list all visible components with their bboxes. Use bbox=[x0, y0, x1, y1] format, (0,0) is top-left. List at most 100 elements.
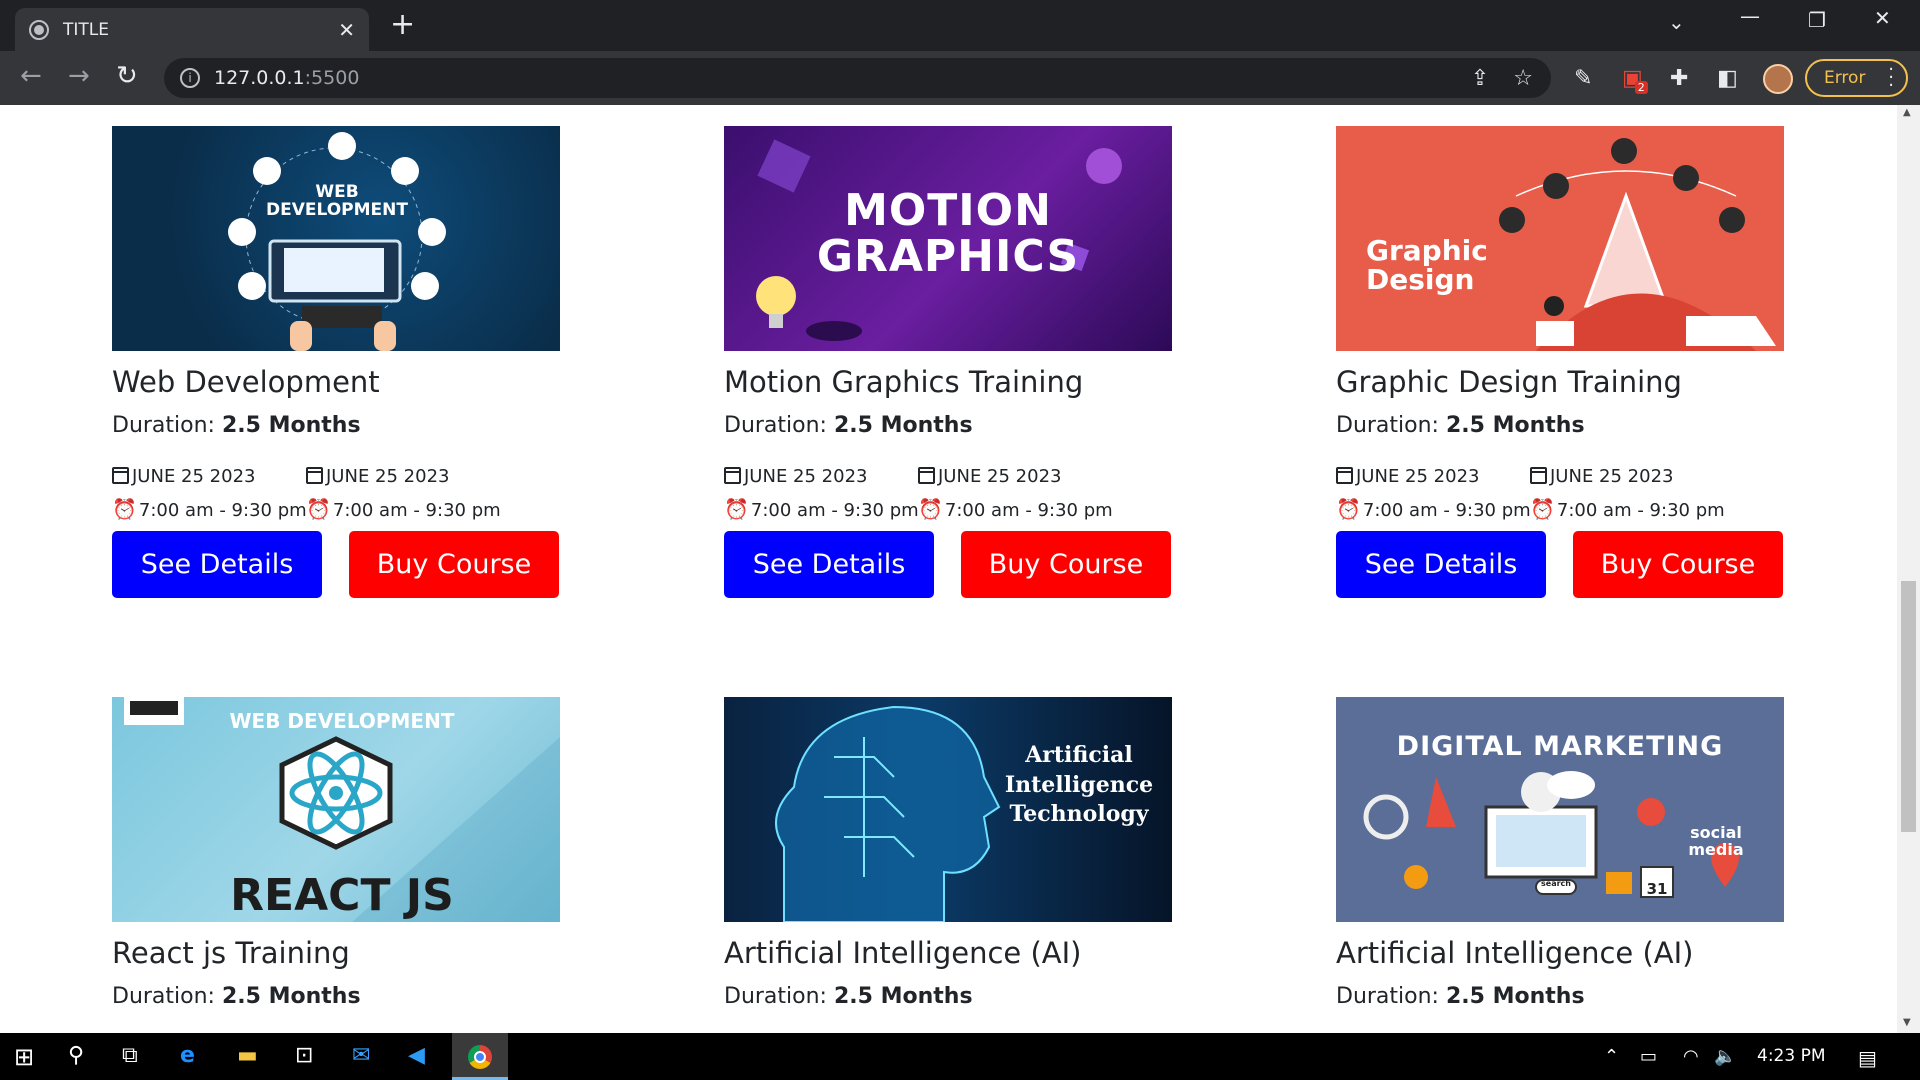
image-caption-top: WEB DEVELOPMENT bbox=[229, 709, 455, 733]
alarm-clock-icon: ⏰ bbox=[112, 497, 137, 521]
back-arrow-icon[interactable]: ← bbox=[20, 61, 42, 91]
store-icon[interactable]: ⊡ bbox=[295, 1043, 313, 1068]
file-explorer-icon[interactable]: ▬ bbox=[237, 1043, 258, 1068]
date-text: JUNE 25 2023 bbox=[1550, 466, 1674, 487]
image-caption: Artificial Intelligence Technology bbox=[1004, 742, 1154, 828]
see-details-button[interactable]: See Details bbox=[1336, 531, 1546, 598]
close-tab-icon[interactable]: ✕ bbox=[338, 18, 355, 42]
browser-toolbar: ← → ↻ i 127.0.0.1:5500 ⇪ ☆ ✎ ▣2 ✚ ◧ Erro… bbox=[0, 51, 1920, 105]
notifications-icon[interactable]: ▤ bbox=[1858, 1046, 1877, 1070]
schedule: JUNE 25 2023 JUNE 25 2023 ⏰ 7:00 am - 9:3… bbox=[1336, 466, 1784, 521]
volume-muted-icon[interactable]: 🔈 bbox=[1714, 1046, 1736, 1067]
end-date: JUNE 25 2023 bbox=[306, 466, 536, 487]
buy-course-button[interactable]: Buy Course bbox=[961, 531, 1171, 598]
buy-course-button[interactable]: Buy Course bbox=[349, 531, 559, 598]
course-image-web-development: WEB DEVELOPMENT bbox=[112, 126, 560, 351]
date-text: JUNE 25 2023 bbox=[744, 466, 868, 487]
buy-course-button[interactable]: Buy Course bbox=[1573, 531, 1783, 598]
duration-label: Duration: bbox=[112, 984, 222, 1009]
course-image-ai: Artificial Intelligence Technology bbox=[724, 697, 1172, 922]
side-panel-icon[interactable]: ◧ bbox=[1717, 66, 1738, 91]
new-tab-button[interactable]: + bbox=[390, 8, 415, 42]
duration-value: 2.5 Months bbox=[833, 984, 973, 1009]
course-title: React js Training bbox=[112, 936, 350, 970]
see-details-button[interactable]: See Details bbox=[724, 531, 934, 598]
browser-tab-strip: TITLE ✕ + ⌄ — ❐ ✕ bbox=[0, 0, 1920, 51]
edge-browser-icon[interactable]: e bbox=[180, 1043, 195, 1068]
menu-kebab-icon[interactable]: · · · bbox=[1888, 61, 1894, 95]
tray-chevron-up-icon[interactable]: ⌃ bbox=[1604, 1046, 1619, 1067]
time-slot: ⏰ 7:00 am - 9:30 pm bbox=[918, 497, 1148, 521]
duration-label: Duration: bbox=[724, 413, 834, 438]
course-image-motion-graphics: MOTION GRAPHICS bbox=[724, 126, 1172, 351]
error-button[interactable]: Error · · · bbox=[1805, 59, 1908, 97]
scrollbar-thumb[interactable] bbox=[1901, 581, 1916, 832]
date-text: JUNE 25 2023 bbox=[326, 466, 450, 487]
url-host: 127.0.0.1 bbox=[214, 67, 305, 89]
duration-label: Duration: bbox=[1336, 984, 1446, 1009]
course-duration: Duration: 2.5 Months bbox=[724, 413, 1172, 438]
site-info-icon[interactable]: i bbox=[180, 68, 200, 88]
course-card: WEB DEVELOPMENT Web Development Duration:… bbox=[112, 126, 560, 598]
mail-icon[interactable]: ✉ bbox=[352, 1043, 370, 1068]
course-image-graphic-design: Graphic Design bbox=[1336, 126, 1784, 351]
scroll-up-arrow-icon[interactable]: ▲ bbox=[1903, 107, 1911, 118]
course-duration: Duration: 2.5 Months bbox=[112, 984, 560, 1009]
page-scrollbar[interactable]: ▲ ▼ bbox=[1897, 105, 1920, 1033]
duration-label: Duration: bbox=[112, 413, 222, 438]
time-text: 7:00 am - 9:30 pm bbox=[1362, 500, 1531, 521]
image-caption: MOTION GRAPHICS bbox=[816, 185, 1080, 283]
time-text: 7:00 am - 9:30 pm bbox=[138, 500, 307, 521]
schedule: JUNE 25 2023 JUNE 25 2023 ⏰ 7:00 am - 9:3… bbox=[112, 466, 560, 521]
search-icon[interactable]: ⚲ bbox=[68, 1043, 84, 1068]
bookmark-star-icon[interactable]: ☆ bbox=[1513, 66, 1533, 91]
forward-arrow-icon[interactable]: → bbox=[68, 61, 90, 91]
time-slot: ⏰ 7:00 am - 9:30 pm bbox=[724, 497, 919, 521]
url-port: :5500 bbox=[304, 67, 360, 89]
time-slot: ⏰ 7:00 am - 9:30 pm bbox=[112, 497, 307, 521]
date-text: JUNE 25 2023 bbox=[132, 466, 256, 487]
extension-icon[interactable]: ▣2 bbox=[1622, 66, 1656, 94]
puzzle-extensions-icon[interactable]: ✚ bbox=[1670, 66, 1688, 91]
alarm-clock-icon: ⏰ bbox=[724, 497, 749, 521]
vscode-icon[interactable]: ◀ bbox=[408, 1043, 425, 1068]
windows-start-icon[interactable]: ⊞ bbox=[14, 1043, 34, 1071]
end-date: JUNE 25 2023 bbox=[1530, 466, 1760, 487]
chrome-icon bbox=[468, 1045, 492, 1069]
course-card: Artificial Intelligence Technology Artific… bbox=[724, 697, 1172, 1009]
pen-extension-icon[interactable]: ✎ bbox=[1574, 66, 1592, 91]
see-details-button[interactable]: See Details bbox=[112, 531, 322, 598]
start-date: JUNE 25 2023 bbox=[112, 466, 306, 487]
extension-badge: 2 bbox=[1634, 81, 1648, 94]
alarm-clock-icon: ⏰ bbox=[306, 497, 331, 521]
scroll-down-arrow-icon[interactable]: ▼ bbox=[1903, 1017, 1911, 1028]
minimize-icon[interactable]: — bbox=[1740, 4, 1760, 28]
time-text: 7:00 am - 9:30 pm bbox=[1556, 500, 1725, 521]
address-bar[interactable]: i 127.0.0.1:5500 ⇪ ☆ bbox=[164, 58, 1551, 98]
restore-icon[interactable]: ❐ bbox=[1808, 8, 1826, 32]
image-caption: DIGITAL MARKETING bbox=[1396, 731, 1724, 762]
wifi-icon[interactable]: ◠ bbox=[1683, 1046, 1699, 1067]
task-view-icon[interactable]: ⧉ bbox=[122, 1043, 138, 1068]
clock-time[interactable]: 4:23 PM bbox=[1757, 1046, 1826, 1066]
calendar-icon bbox=[1530, 467, 1547, 484]
share-icon[interactable]: ⇪ bbox=[1471, 66, 1489, 91]
battery-icon[interactable]: ▭ bbox=[1640, 1046, 1657, 1067]
course-title: Artificial Intelligence (AI) bbox=[1336, 936, 1694, 970]
calendar-icon bbox=[918, 467, 935, 484]
course-duration: Duration: 2.5 Months bbox=[1336, 984, 1784, 1009]
profile-avatar[interactable] bbox=[1763, 64, 1793, 94]
course-image-react-js: WEB DEVELOPMENT REACT JS bbox=[112, 697, 560, 922]
window-close-icon[interactable]: ✕ bbox=[1874, 6, 1891, 30]
reload-icon[interactable]: ↻ bbox=[116, 61, 138, 91]
image-caption: Graphic Design bbox=[1366, 234, 1488, 297]
chrome-taskbar-item[interactable] bbox=[452, 1033, 508, 1080]
tab-search-icon[interactable]: ⌄ bbox=[1668, 10, 1685, 34]
date-text: JUNE 25 2023 bbox=[938, 466, 1062, 487]
browser-tab[interactable]: TITLE ✕ bbox=[15, 8, 369, 51]
duration-label: Duration: bbox=[1336, 413, 1446, 438]
time-text: 7:00 am - 9:30 pm bbox=[332, 500, 501, 521]
page-content: WEB DEVELOPMENT Web Development Duration:… bbox=[0, 105, 1897, 1033]
time-slot: ⏰ 7:00 am - 9:30 pm bbox=[1530, 497, 1760, 521]
start-date: JUNE 25 2023 bbox=[724, 466, 918, 487]
